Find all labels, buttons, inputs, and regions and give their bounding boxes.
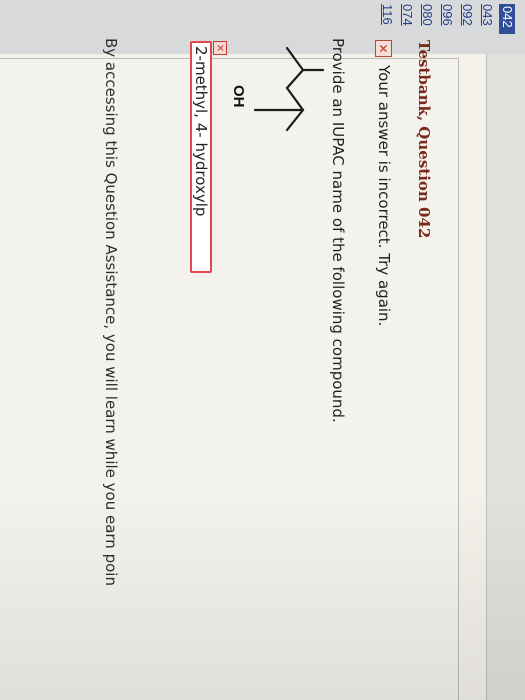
nav-item-042[interactable]: 042	[499, 4, 515, 34]
feedback-text: Your answer is incorrect. Try again.	[375, 65, 393, 327]
nav-item-092[interactable]: 092	[459, 4, 475, 34]
molecule-structure	[253, 46, 325, 132]
hydroxyl-label: OH	[230, 85, 247, 108]
feedback-message: ✕ Your answer is incorrect. Try again.	[373, 40, 395, 326]
top-bar	[486, 0, 525, 700]
question-assistance-text: By accessing this Question Assistance, y…	[102, 38, 120, 586]
answer-input[interactable]	[190, 41, 212, 273]
question-nav-list: 042 043 092 096 080 074 116	[375, 4, 515, 34]
incorrect-x-icon: ✕	[375, 40, 393, 57]
rotated-screen: 042 043 092 096 080 074 116 Testbank, Qu…	[0, 0, 525, 700]
nav-item-043[interactable]: 043	[479, 4, 495, 34]
question-prompt: Provide an IUPAC name of the following c…	[329, 38, 347, 423]
question-title: Testbank, Question 042	[415, 40, 433, 239]
nav-item-096[interactable]: 096	[439, 4, 455, 34]
answer-error-x-icon: ✕	[213, 41, 227, 55]
nav-item-074[interactable]: 074	[399, 4, 415, 34]
skeletal-bonds	[285, 46, 305, 132]
nav-item-116[interactable]: 116	[379, 4, 395, 34]
nav-item-080[interactable]: 080	[419, 4, 435, 34]
